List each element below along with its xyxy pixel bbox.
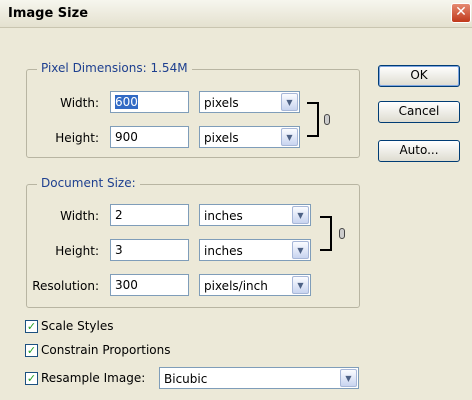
title-bar: Image Size ✕ <box>0 0 472 28</box>
chevron-down-icon: ▼ <box>281 128 298 146</box>
cancel-button[interactable]: Cancel <box>378 101 460 123</box>
chevron-down-icon: ▼ <box>281 93 298 111</box>
auto-button[interactable]: Auto... <box>378 140 460 162</box>
pixel-width-unit-select[interactable]: pixels ▼ <box>199 91 300 113</box>
document-height-value: 3 <box>115 243 123 257</box>
window-title: Image Size <box>8 6 89 21</box>
resample-image-label[interactable]: Resample Image: <box>41 371 145 385</box>
resolution-label: Resolution: <box>32 279 99 293</box>
checkmark-icon: ✓ <box>26 344 37 357</box>
chevron-down-icon: ▼ <box>340 369 357 387</box>
pixel-height-unit-value: pixels <box>204 131 239 145</box>
resolution-unit-select[interactable]: pixels/inch ▼ <box>199 274 311 296</box>
pixel-dimensions-label: Pixel Dimensions: <box>41 61 147 75</box>
resample-method-value: Bicubic <box>164 372 208 386</box>
scale-styles-checkbox[interactable]: ✓ <box>25 320 38 333</box>
pixel-dimensions-size: 1.54M <box>150 61 188 75</box>
pixel-width-value: 600 <box>115 95 138 109</box>
document-height-input[interactable]: 3 <box>110 239 189 261</box>
document-width-unit-select[interactable]: inches ▼ <box>199 204 311 226</box>
close-icon: ✕ <box>455 4 467 20</box>
checkmark-icon: ✓ <box>26 372 37 385</box>
resolution-value: 300 <box>115 278 138 292</box>
scale-styles-label[interactable]: Scale Styles <box>41 319 114 333</box>
document-width-label: Width: <box>60 209 99 223</box>
document-width-unit-value: inches <box>204 209 243 223</box>
document-height-unit-value: inches <box>204 244 243 258</box>
constrain-proportions-label[interactable]: Constrain Proportions <box>41 343 171 357</box>
document-width-value: 2 <box>115 208 123 222</box>
pixel-height-unit-select[interactable]: pixels ▼ <box>199 126 300 148</box>
chevron-down-icon: ▼ <box>292 206 309 224</box>
pixel-constrain-bracket <box>307 102 319 137</box>
resample-image-checkbox[interactable]: ✓ <box>25 372 38 385</box>
document-height-unit-select[interactable]: inches ▼ <box>199 239 311 261</box>
chain-link-icon <box>339 228 345 239</box>
pixel-width-label: Width: <box>60 96 99 110</box>
document-size-label: Document Size: <box>41 176 136 190</box>
pixel-height-value: 900 <box>115 130 138 144</box>
pixel-dimensions-heading: Pixel Dimensions: 1.54M <box>37 61 192 75</box>
pixel-width-input[interactable]: 600 <box>110 91 189 113</box>
resample-method-select[interactable]: Bicubic ▼ <box>159 367 359 389</box>
constrain-proportions-checkbox[interactable]: ✓ <box>25 344 38 357</box>
close-button[interactable]: ✕ <box>451 3 471 23</box>
pixel-width-unit-value: pixels <box>204 96 239 110</box>
pixel-height-input[interactable]: 900 <box>110 126 189 148</box>
pixel-height-label: Height: <box>55 131 99 145</box>
chain-link-icon <box>324 114 330 125</box>
ok-button[interactable]: OK <box>378 65 460 87</box>
document-constrain-bracket <box>320 216 332 251</box>
resolution-unit-value: pixels/inch <box>204 279 268 293</box>
checkmark-icon: ✓ <box>26 320 37 333</box>
chevron-down-icon: ▼ <box>292 276 309 294</box>
chevron-down-icon: ▼ <box>292 241 309 259</box>
document-height-label: Height: <box>55 244 99 258</box>
document-width-input[interactable]: 2 <box>110 204 189 226</box>
document-size-heading: Document Size: <box>37 176 140 190</box>
resolution-input[interactable]: 300 <box>110 274 189 296</box>
